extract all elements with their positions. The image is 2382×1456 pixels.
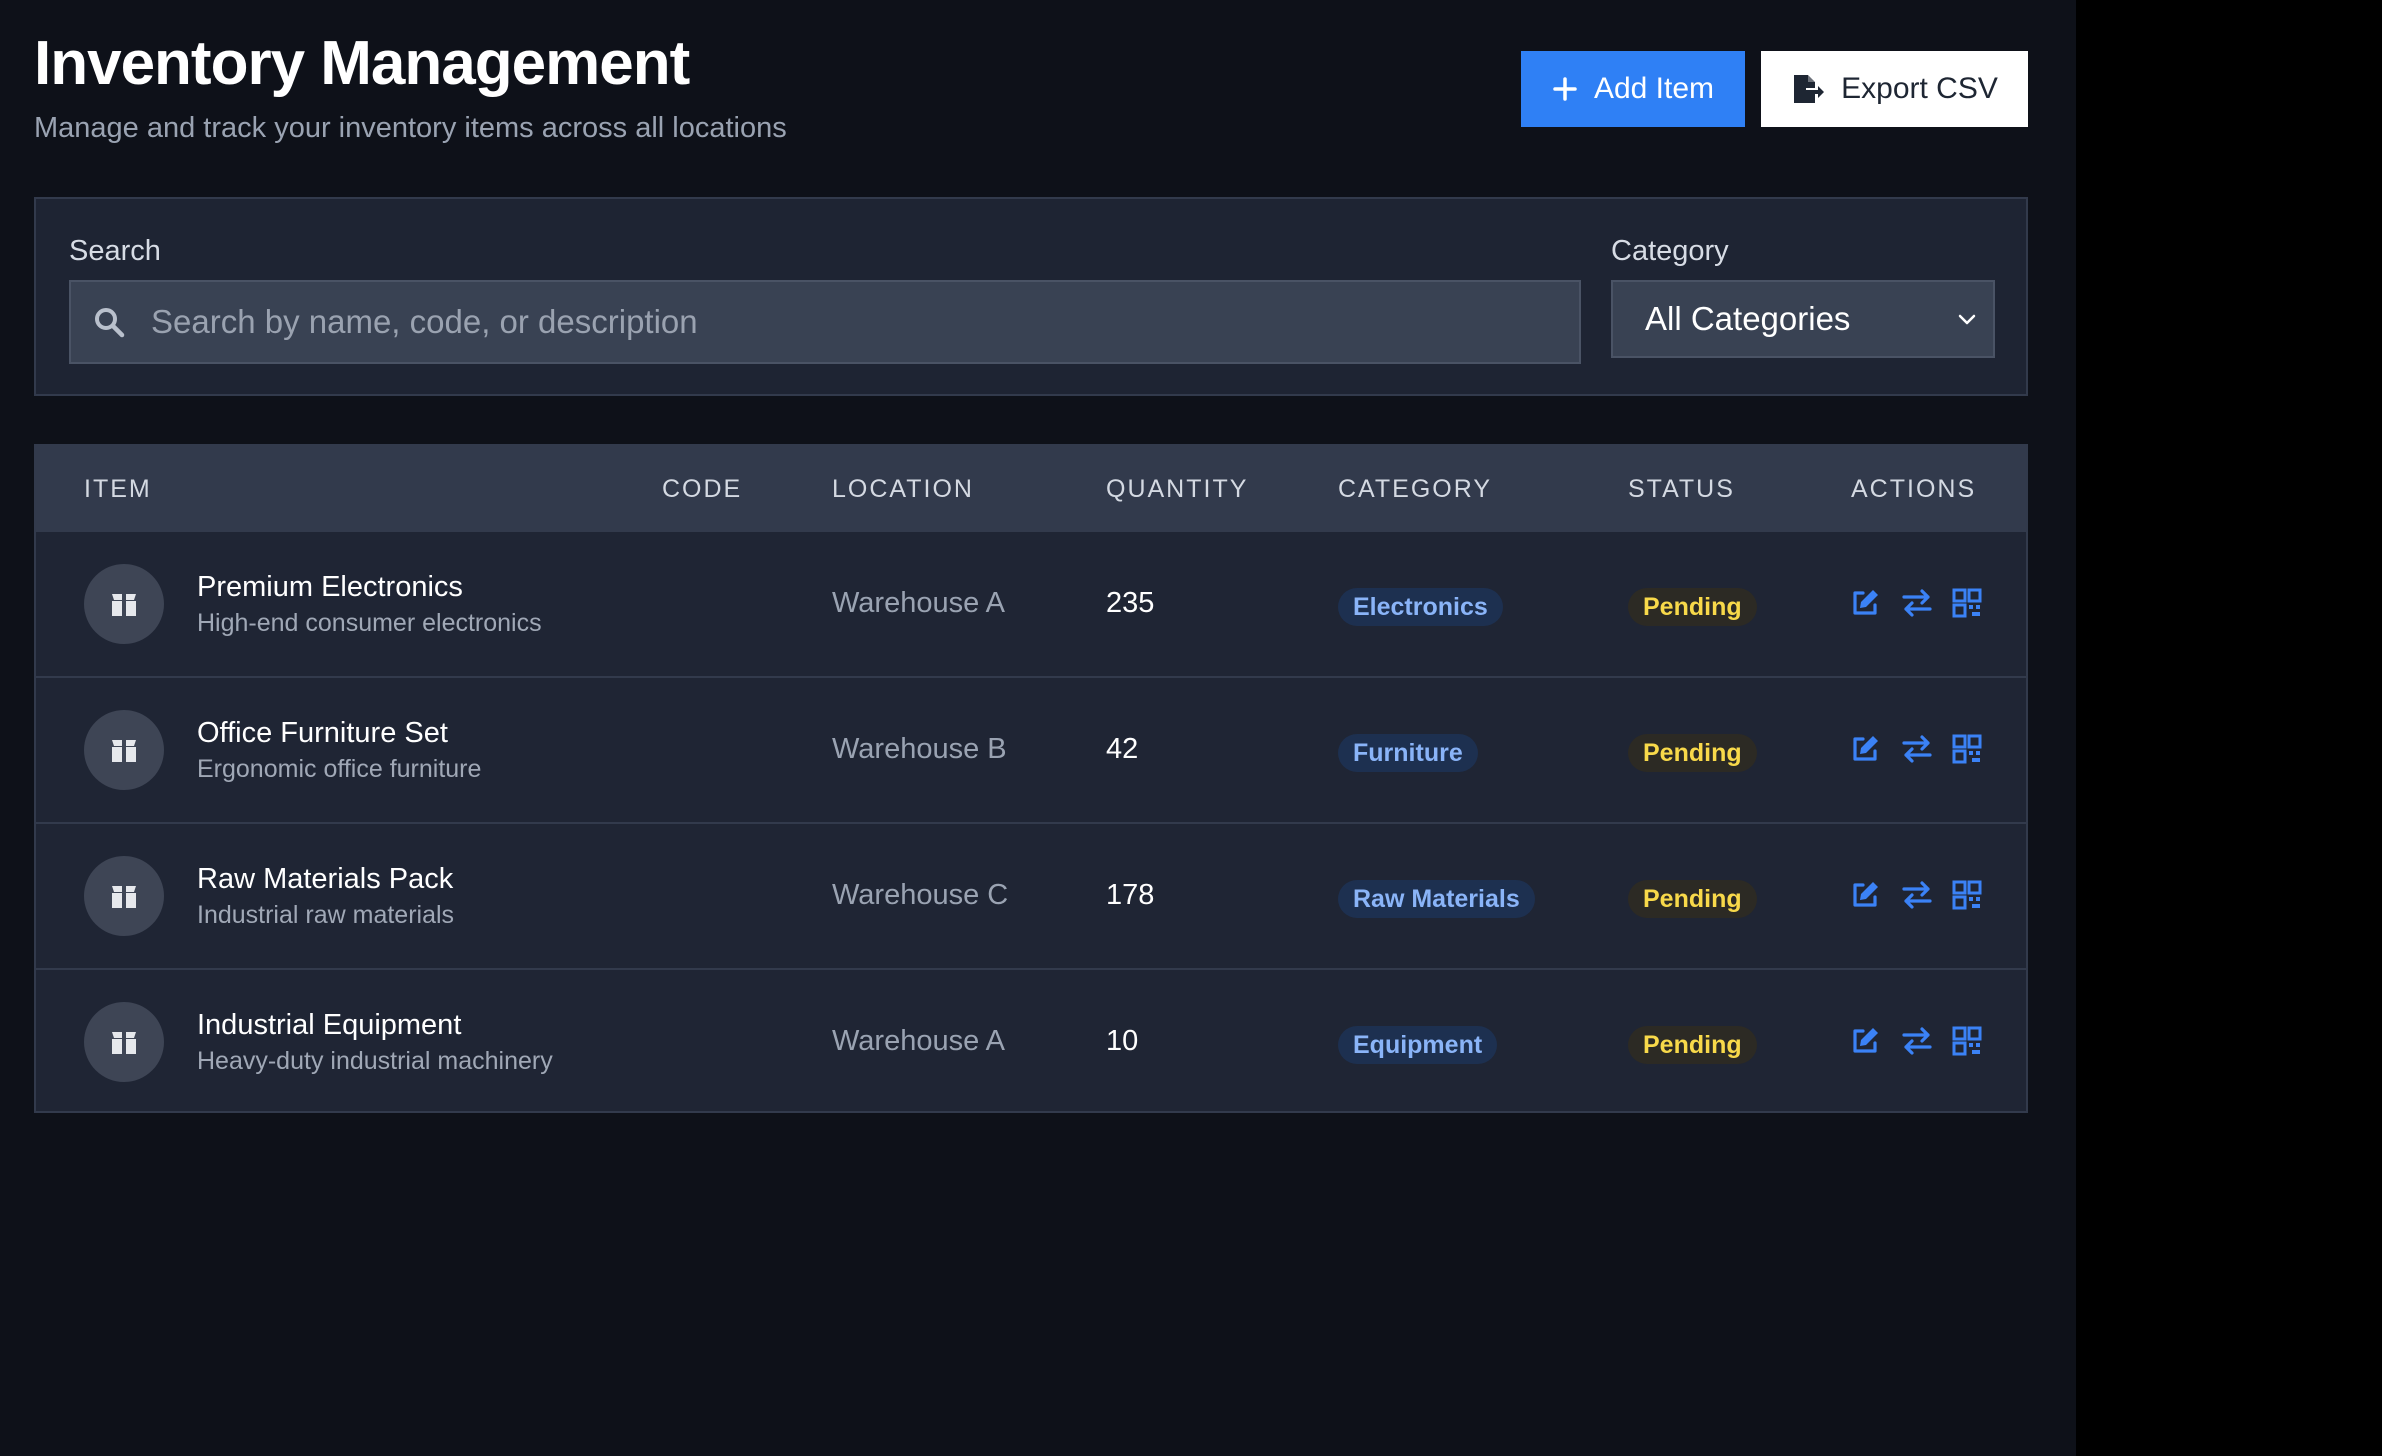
category-select[interactable]: All Categories bbox=[1611, 280, 1995, 358]
item-description: High-end consumer electronics bbox=[197, 609, 542, 637]
edit-button[interactable] bbox=[1848, 1024, 1882, 1058]
item-quantity: 42 bbox=[1106, 733, 1139, 765]
category-label: Category bbox=[1611, 235, 1729, 267]
item-location: Warehouse A bbox=[832, 587, 1006, 619]
add-item-label: Add Item bbox=[1593, 72, 1715, 105]
item-name: Raw Materials Pack bbox=[197, 863, 454, 895]
item-description: Ergonomic office furniture bbox=[197, 755, 482, 783]
search-field[interactable] bbox=[69, 280, 1581, 364]
transfer-icon bbox=[1900, 880, 1934, 910]
edit-icon bbox=[1849, 879, 1881, 911]
status-badge: Pending bbox=[1628, 588, 1757, 626]
item-location: Warehouse A bbox=[832, 1025, 1006, 1057]
item-name: Premium Electronics bbox=[197, 571, 463, 603]
transfer-button[interactable] bbox=[1900, 878, 1934, 912]
box-icon bbox=[109, 1028, 139, 1056]
item-description: Industrial raw materials bbox=[197, 901, 455, 929]
export-csv-button[interactable]: Export CSV bbox=[1761, 51, 2028, 127]
category-badge: Raw Materials bbox=[1338, 880, 1535, 918]
item-quantity: 235 bbox=[1106, 587, 1155, 619]
inventory-table: ITEM CODE LOCATION QUANTITY CATEGORY STA… bbox=[34, 444, 2028, 1113]
file-export-icon bbox=[1791, 73, 1825, 105]
column-header-status: STATUS bbox=[1628, 475, 1735, 503]
transfer-button[interactable] bbox=[1900, 1024, 1934, 1058]
qr-code-button[interactable] bbox=[1950, 586, 1984, 620]
qr-code-button[interactable] bbox=[1950, 732, 1984, 766]
item-name: Industrial Equipment bbox=[197, 1009, 462, 1041]
plus-icon bbox=[1552, 76, 1578, 102]
status-badge: Pending bbox=[1628, 880, 1757, 918]
add-item-button[interactable]: Add Item bbox=[1521, 51, 1745, 127]
item-avatar bbox=[84, 1002, 164, 1082]
edit-icon bbox=[1849, 733, 1881, 765]
item-quantity: 178 bbox=[1106, 879, 1155, 911]
column-header-code: CODE bbox=[662, 475, 743, 503]
search-label: Search bbox=[69, 235, 161, 267]
box-icon bbox=[109, 590, 139, 618]
qr-code-button[interactable] bbox=[1950, 878, 1984, 912]
edit-icon bbox=[1849, 587, 1881, 619]
table-header: ITEM CODE LOCATION QUANTITY CATEGORY STA… bbox=[36, 446, 2026, 530]
category-select-value: All Categories bbox=[1645, 300, 1851, 337]
qr-code-icon bbox=[1952, 588, 1982, 618]
column-header-item: ITEM bbox=[84, 475, 152, 503]
qr-code-button[interactable] bbox=[1950, 1024, 1984, 1058]
edit-button[interactable] bbox=[1848, 732, 1882, 766]
transfer-icon bbox=[1900, 1026, 1934, 1056]
category-badge: Furniture bbox=[1338, 734, 1478, 772]
column-header-location: LOCATION bbox=[832, 475, 974, 503]
table-row[interactable]: Premium Electronics High-end consumer ele… bbox=[36, 530, 2026, 676]
item-description: Heavy-duty industrial machinery bbox=[197, 1047, 553, 1075]
box-icon bbox=[109, 882, 139, 910]
page-title: Inventory Management bbox=[34, 29, 690, 98]
item-location: Warehouse C bbox=[832, 879, 1009, 911]
edit-button[interactable] bbox=[1848, 878, 1882, 912]
filter-panel: Search Category All Categories bbox=[34, 197, 2028, 396]
column-header-quantity: QUANTITY bbox=[1106, 475, 1249, 503]
category-badge: Equipment bbox=[1338, 1026, 1498, 1064]
table-row[interactable]: Raw Materials Pack Industrial raw materia… bbox=[36, 822, 2026, 968]
edit-button[interactable] bbox=[1848, 586, 1882, 620]
column-header-category: CATEGORY bbox=[1338, 475, 1492, 503]
export-csv-label: Export CSV bbox=[1841, 72, 1998, 105]
status-badge: Pending bbox=[1628, 1026, 1757, 1064]
transfer-button[interactable] bbox=[1900, 732, 1934, 766]
transfer-icon bbox=[1900, 734, 1934, 764]
qr-code-icon bbox=[1952, 734, 1982, 764]
transfer-button[interactable] bbox=[1900, 586, 1934, 620]
item-name: Office Furniture Set bbox=[197, 717, 448, 749]
qr-code-icon bbox=[1952, 1026, 1982, 1056]
page-subtitle: Manage and track your inventory items ac… bbox=[34, 112, 787, 144]
status-badge: Pending bbox=[1628, 734, 1757, 772]
item-quantity: 10 bbox=[1106, 1025, 1139, 1057]
category-badge: Electronics bbox=[1338, 588, 1503, 626]
item-avatar bbox=[84, 564, 164, 644]
item-location: Warehouse B bbox=[832, 733, 1007, 765]
edit-icon bbox=[1849, 1025, 1881, 1057]
app-window: Inventory Management Manage and track yo… bbox=[0, 0, 2076, 1456]
item-avatar bbox=[84, 856, 164, 936]
transfer-icon bbox=[1900, 588, 1934, 618]
search-icon bbox=[93, 306, 125, 338]
search-input[interactable] bbox=[149, 302, 1579, 342]
item-avatar bbox=[84, 710, 164, 790]
table-row[interactable]: Office Furniture Set Ergonomic office fur… bbox=[36, 676, 2026, 822]
table-row[interactable]: Industrial Equipment Heavy-duty industria… bbox=[36, 968, 2026, 1114]
chevron-down-icon bbox=[1957, 312, 1977, 326]
box-icon bbox=[109, 736, 139, 764]
column-header-actions: ACTIONS bbox=[1851, 475, 1977, 503]
qr-code-icon bbox=[1952, 880, 1982, 910]
